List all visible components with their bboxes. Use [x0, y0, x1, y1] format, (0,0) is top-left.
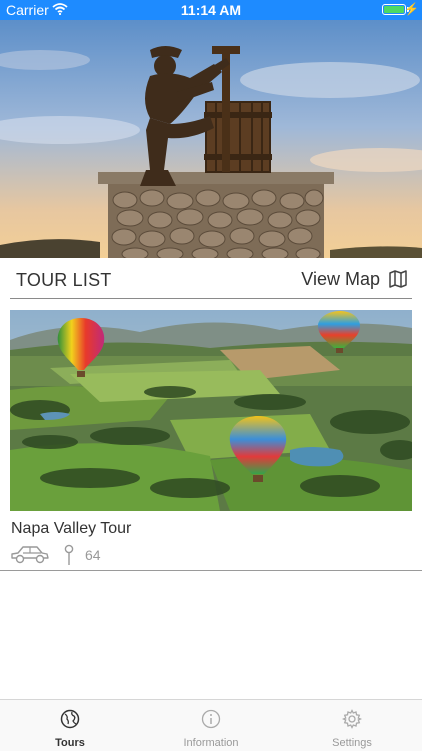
tour-list-title: TOUR LIST	[16, 270, 112, 290]
view-map-button[interactable]: View Map	[301, 267, 408, 291]
car-icon	[11, 546, 49, 564]
tour-image[interactable]	[10, 310, 412, 511]
tab-tours[interactable]: Tours	[0, 700, 140, 751]
info-icon	[201, 709, 221, 729]
tour-name: Napa Valley Tour	[11, 520, 132, 537]
globe-icon	[60, 709, 80, 729]
tab-settings-label: Settings	[332, 737, 372, 749]
tab-information-label: Information	[183, 737, 239, 749]
map-icon	[389, 270, 407, 288]
pin-icon	[64, 544, 74, 565]
gear-icon	[342, 709, 362, 729]
tab-information[interactable]: Information	[141, 700, 281, 751]
tab-bar: Tours Information Settings	[0, 699, 422, 751]
stop-count: 64	[85, 547, 101, 563]
view-map-label: View Map	[301, 268, 380, 289]
tab-tours-label: Tours	[55, 737, 85, 749]
status-bar: Carrier 11:14 AM ⚡	[0, 0, 422, 20]
tour-list-header: TOUR LIST View Map	[10, 258, 412, 299]
battery-icon	[382, 4, 406, 15]
charging-icon: ⚡	[404, 2, 419, 16]
hero-image	[0, 20, 422, 258]
tour-card[interactable]: Napa Valley Tour 64	[0, 310, 422, 571]
clock: 11:14 AM	[180, 2, 242, 18]
tab-settings[interactable]: Settings	[282, 700, 422, 751]
